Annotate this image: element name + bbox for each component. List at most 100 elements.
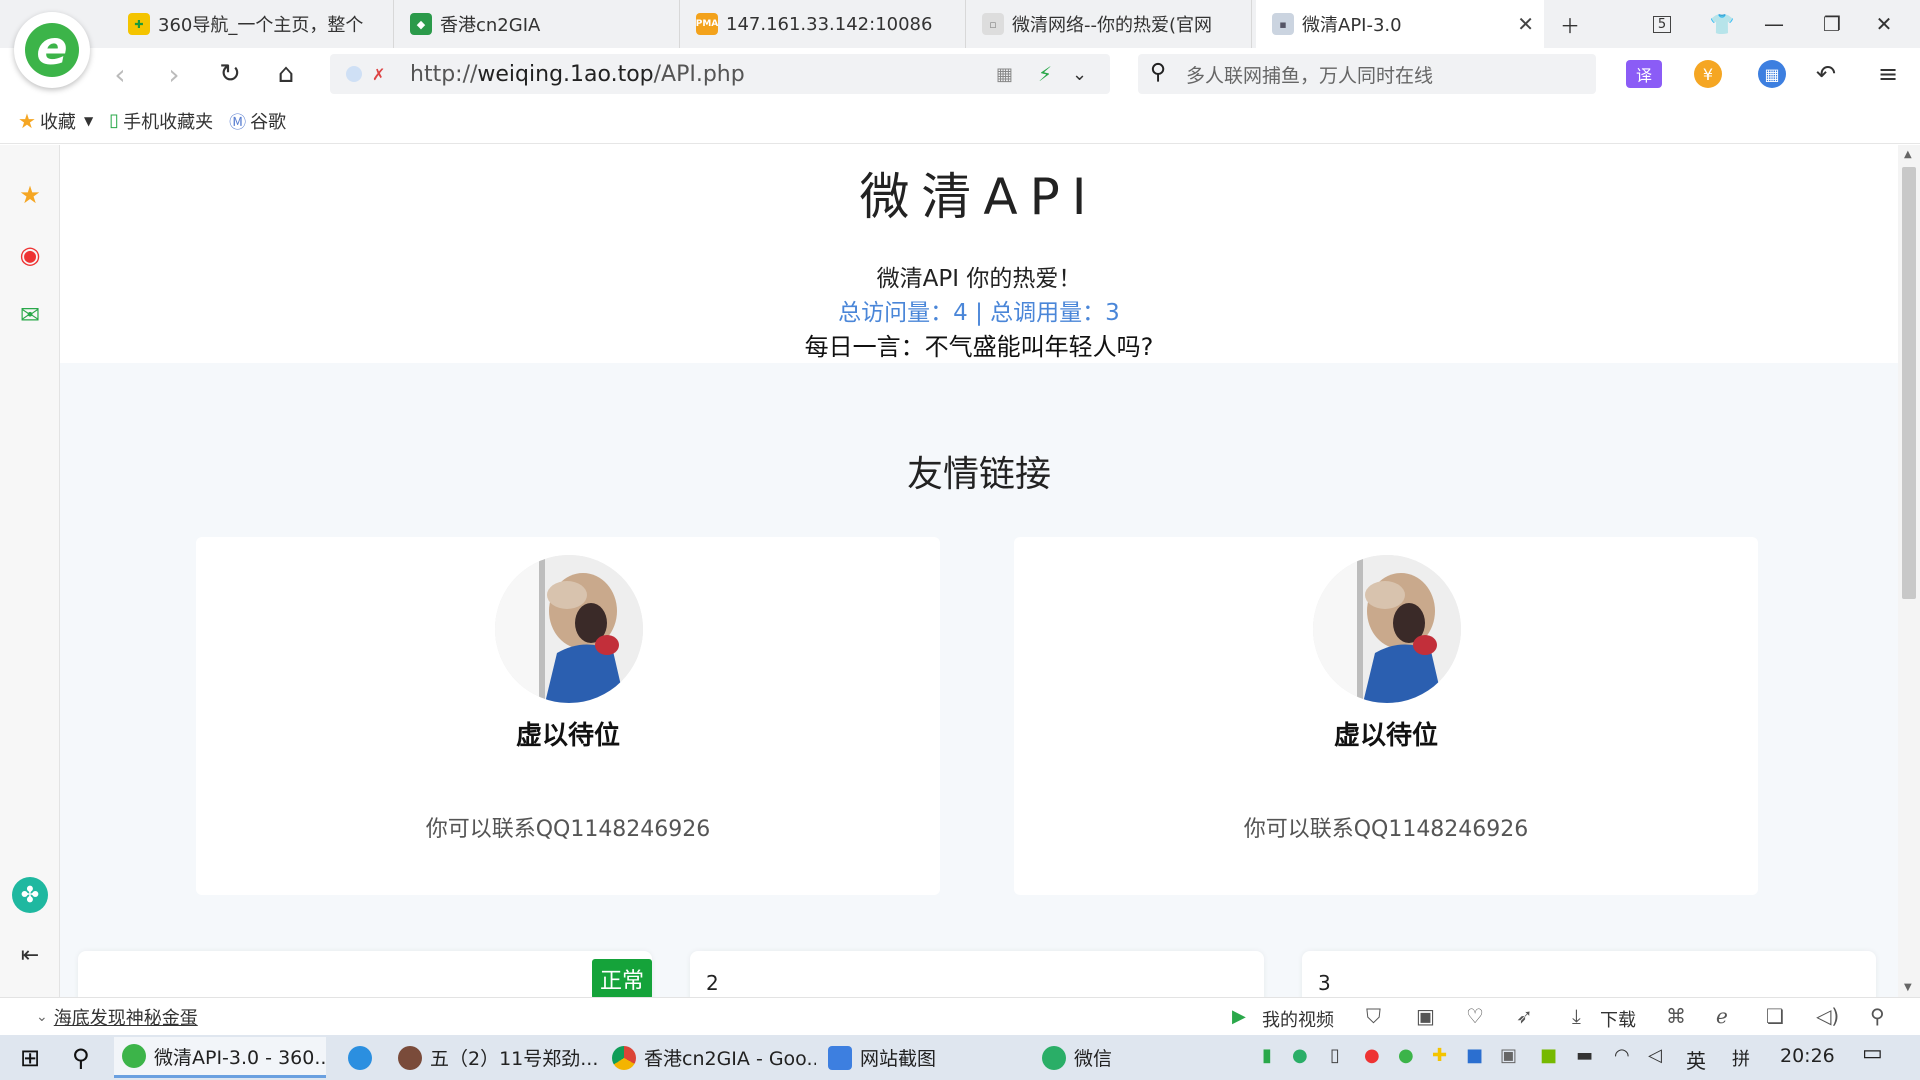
forward-button[interactable]: › <box>154 54 194 94</box>
tab-counter-button[interactable]: 5 <box>1640 6 1684 42</box>
chevron-down-icon[interactable]: ⌄ <box>1072 64 1087 85</box>
tray-app-icon[interactable]: ■ <box>1466 1045 1483 1066</box>
taskbar-item-chrome[interactable]: 香港cn2GIA - Goo... <box>604 1037 816 1078</box>
taskbar-item-360-browser[interactable]: 微清API-3.0 - 360... <box>114 1037 326 1078</box>
reload-button[interactable]: ↻ <box>210 54 250 94</box>
clock[interactable]: 20:26 <box>1780 1045 1835 1067</box>
restore-button[interactable]: ❐ <box>1810 6 1854 42</box>
back-button[interactable]: ‹ <box>100 54 140 94</box>
translate-icon[interactable]: 译 <box>1626 60 1662 88</box>
tab-weiqing-network[interactable]: ▫ 微清网络--你的热爱(官网 <box>966 0 1252 48</box>
bookmark-mobile[interactable]: ▯ 手机收藏夹 <box>109 108 213 134</box>
promo-link[interactable]: 海底发现神秘金蛋 <box>54 1004 198 1030</box>
sound-icon[interactable]: ◁) <box>1816 1004 1839 1028</box>
undo-close-icon[interactable]: ↶ <box>1806 54 1846 94</box>
url-text[interactable]: http://weiqing.1ao.top/API.php <box>410 62 745 87</box>
shield-icon[interactable]: ⛉ <box>1366 1004 1381 1028</box>
download-icon[interactable]: ⤓ <box>1572 1004 1581 1028</box>
bookmarks-bar: ★ 收藏 ▼ ▯ 手机收藏夹 Ⓜ 谷歌 <box>0 98 1920 144</box>
tray-printer-icon[interactable]: ▣ <box>1500 1045 1517 1066</box>
tab-pma[interactable]: PMA 147.161.33.142:10086 <box>680 0 966 48</box>
site-info-icon[interactable] <box>346 66 362 82</box>
insecure-icon[interactable]: ✗ <box>372 65 385 84</box>
address-bar[interactable]: ✗ http://weiqing.1ao.top/API.php ▦ ⚡ ⌄ <box>330 54 1110 94</box>
plugin-icon[interactable]: ✤ <box>12 877 48 913</box>
status-box-3[interactable]: 3 <box>1302 951 1876 997</box>
taskbar-item-photo[interactable]: 五（2）11号郑劲... <box>390 1037 602 1078</box>
tray-360-icon[interactable]: ● <box>1398 1045 1414 1066</box>
status-box-2[interactable]: 2 <box>690 951 1264 997</box>
scroll-up-icon[interactable]: ▲ <box>1904 149 1912 160</box>
360-browser-logo[interactable]: e <box>14 12 90 88</box>
ie-icon <box>348 1045 372 1070</box>
avatar <box>495 555 643 703</box>
friend-link-card[interactable]: 虚以待位 你可以联系QQ1148246926 <box>1014 537 1758 895</box>
windows-start-icon[interactable]: ⊞ <box>12 1037 52 1078</box>
game-icon[interactable]: ⌘ <box>1666 1004 1686 1028</box>
qr-code-icon[interactable]: ▦ <box>996 64 1013 85</box>
card-contact: 你可以联系QQ1148246926 <box>425 817 711 842</box>
notification-icon[interactable]: ▭ <box>1862 1041 1883 1066</box>
tab-weiqing-api[interactable]: ▪ 微清API-3.0 ✕ <box>1256 0 1544 48</box>
ime-language[interactable]: 英 <box>1686 1045 1706 1074</box>
new-tab-button[interactable]: ＋ <box>1548 6 1592 42</box>
scroll-down-icon[interactable]: ▼ <box>1904 982 1912 993</box>
weibo-icon[interactable]: ◉ <box>12 237 48 273</box>
search-icon: ⚲ <box>1150 60 1167 85</box>
mail-icon[interactable]: ✉ <box>12 297 48 333</box>
ime-mode[interactable]: 拼 <box>1732 1045 1750 1071</box>
tray-360guard-icon[interactable]: ✚ <box>1432 1045 1447 1066</box>
daily-quote: 每日一言：不气盛能叫年轻人吗? <box>804 333 1154 361</box>
close-tab-icon[interactable]: ✕ <box>1517 12 1534 36</box>
speed-mode-icon[interactable]: ⚡ <box>1038 62 1052 86</box>
card-name: 虚以待位 <box>515 721 620 751</box>
page-icon: ▪ <box>1272 13 1294 35</box>
favorites-star-icon[interactable]: ★ <box>12 177 48 213</box>
tray-qq-icon[interactable]: ● <box>1364 1045 1380 1066</box>
bookmark-google[interactable]: Ⓜ 谷歌 <box>229 108 286 134</box>
rocket-icon[interactable]: ➶ <box>1516 1004 1533 1028</box>
ie-icon[interactable]: ℯ <box>1716 1004 1728 1028</box>
tray-battery-status-icon[interactable]: ▬ <box>1576 1045 1593 1066</box>
box-number: 3 <box>1318 971 1331 995</box>
tray-volume-icon[interactable]: ◁ <box>1648 1045 1662 1066</box>
tab-hk-cn2gia[interactable]: ◆ 香港cn2GIA <box>394 0 680 48</box>
tray-wechat-icon[interactable]: ● <box>1292 1045 1308 1066</box>
taskbar-item-wechat[interactable]: 微信 <box>1034 1037 1246 1078</box>
search-icon[interactable]: ⚲ <box>64 1037 104 1078</box>
shopping-icon[interactable]: ¥ <box>1694 60 1722 88</box>
skin-icon[interactable]: 👕 <box>1700 6 1744 42</box>
video-icon: ▶ <box>1232 1006 1246 1027</box>
taskbar-label: 香港cn2GIA - Goo... <box>644 1048 816 1070</box>
apps-icon[interactable]: ▦ <box>1758 60 1786 88</box>
my-video-link[interactable]: 我的视频 <box>1262 1006 1334 1032</box>
tab-label: 微清API-3.0 <box>1302 15 1402 36</box>
bookmark-favorites[interactable]: ★ 收藏 ▼ <box>18 108 93 134</box>
vertical-scrollbar[interactable]: ▲ ▼ <box>1898 145 1920 997</box>
tray-nvidia-icon[interactable]: ■ <box>1540 1045 1557 1066</box>
search-box[interactable]: ⚲ 多人联网捕鱼，万人同时在线 <box>1138 54 1596 94</box>
bookmark-label: 手机收藏夹 <box>123 111 214 133</box>
image-icon[interactable]: ▣ <box>1416 1004 1435 1028</box>
taskbar-item-ie[interactable] <box>340 1037 380 1078</box>
heart-icon[interactable]: ♡ <box>1466 1004 1484 1028</box>
taskbar-item-screenshot[interactable]: 网站截图 <box>820 1037 1032 1078</box>
tab-label: 微清网络--你的热爱(官网 <box>1012 15 1213 36</box>
minimize-button[interactable]: — <box>1752 6 1796 42</box>
zoom-icon[interactable]: ⚲ <box>1870 1004 1885 1028</box>
home-button[interactable]: ⌂ <box>266 54 306 94</box>
url-prefix: http:// <box>410 61 478 87</box>
tray-battery-icon[interactable]: ▮ <box>1262 1045 1272 1066</box>
status-box-1[interactable]: 正常 <box>78 951 652 997</box>
scroll-thumb[interactable] <box>1902 167 1916 599</box>
tray-wifi-icon[interactable]: ◠ <box>1614 1045 1630 1066</box>
collapse-sidebar-icon[interactable]: ⇤ <box>12 937 48 973</box>
close-window-button[interactable]: ✕ <box>1862 6 1906 42</box>
photo-icon <box>398 1045 422 1070</box>
tray-usb-icon[interactable]: ▯ <box>1330 1045 1340 1066</box>
download-link[interactable]: 下载 <box>1600 1006 1636 1032</box>
menu-icon[interactable]: ≡ <box>1868 54 1908 94</box>
window-icon[interactable]: ❏ <box>1766 1004 1784 1028</box>
friend-link-card[interactable]: 虚以待位 你可以联系QQ1148246926 <box>196 537 940 895</box>
tab-360-nav[interactable]: ✚ 360导航_一个主页，整个 <box>112 0 394 48</box>
